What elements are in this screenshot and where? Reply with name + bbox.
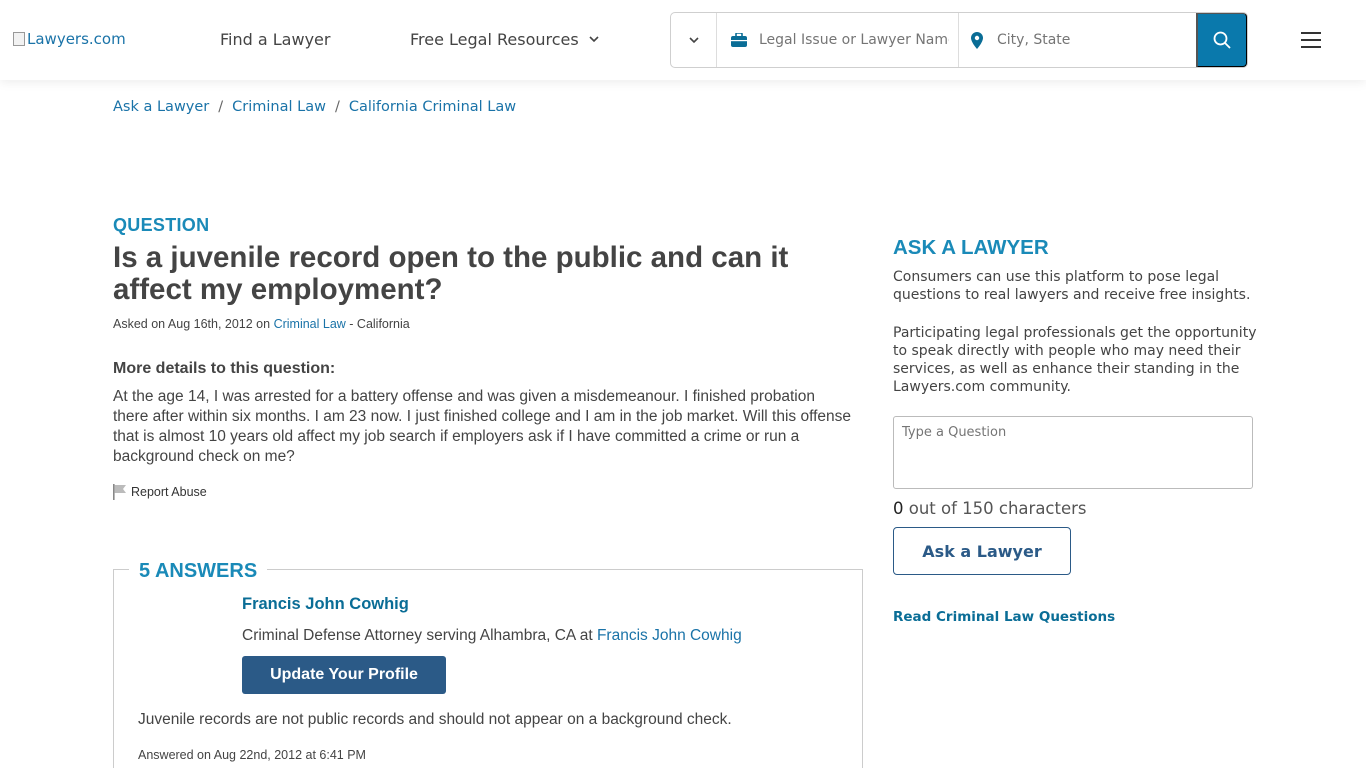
update-profile-button[interactable]: Update Your Profile [242,656,446,694]
search-type-dropdown[interactable] [671,13,717,67]
asked-date: Asked on Aug 16th, 2012 on [113,317,271,331]
nav-free-legal-resources[interactable]: Free Legal Resources [410,30,599,49]
briefcase-icon [731,33,747,47]
question-location: - California [345,317,410,331]
breadcrumb: Ask a Lawyer / Criminal Law / California… [113,99,516,115]
lawyer-name-link[interactable]: Francis John Cowhig [242,595,409,614]
search-button[interactable] [1196,13,1247,67]
flag-icon [113,484,126,500]
logo-alt-text: Lawyers.com [27,30,126,48]
lawyer-firm-link[interactable]: Francis John Cowhig [597,627,742,644]
sidebar-paragraph-1: Consumers can use this platform to pose … [893,269,1251,303]
read-criminal-law-questions-link[interactable]: Read Criminal Law Questions [893,609,1115,625]
lawyer-description-text: Criminal Defense Attorney serving Alhamb… [242,627,593,644]
question-meta: Asked on Aug 16th, 2012 on Criminal Law … [113,317,410,331]
site-logo[interactable]: Lawyers.com [13,30,126,48]
search-bar [670,12,1248,68]
character-limit: out of 150 characters [903,499,1087,518]
answered-on: Answered on Aug 22nd, 2012 at 6:41 PM [138,748,366,762]
nav-find-a-lawyer[interactable]: Find a Lawyer [220,30,330,49]
breadcrumb-california-criminal-law[interactable]: California Criminal Law [349,99,516,115]
question-title: Is a juvenile record open to the public … [113,241,789,306]
search-icon [1213,31,1231,49]
lawyer-description: Criminal Defense Attorney serving Alhamb… [242,627,742,645]
report-abuse-label: Report Abuse [131,485,207,499]
menu-icon[interactable] [1301,32,1321,48]
broken-image-icon [13,32,25,46]
report-abuse-link[interactable]: Report Abuse [113,484,207,500]
character-counter: 0 out of 150 characters [893,499,1087,518]
breadcrumb-separator: / [218,99,224,115]
map-pin-icon [971,31,983,49]
sidebar-heading: ASK A LAWYER [893,236,1049,259]
legal-issue-input[interactable] [759,32,949,48]
legal-issue-field [717,13,959,67]
question-details: At the age 14, I was arrested for a batt… [113,388,852,465]
nav-free-legal-resources-label: Free Legal Resources [410,30,579,49]
question-textarea[interactable] [893,416,1253,489]
details-heading: More details to this question: [113,360,336,377]
question-category-link[interactable]: Criminal Law [274,317,346,331]
chevron-down-icon [589,36,599,43]
question-label: QUESTION [113,215,210,235]
character-count: 0 [893,499,904,518]
chevron-down-icon [688,36,699,43]
breadcrumb-ask-a-lawyer[interactable]: Ask a Lawyer [113,99,209,115]
answers-heading: 5 ANSWERS [129,560,268,583]
breadcrumb-separator: / [334,99,340,115]
location-field [959,13,1196,67]
location-input[interactable] [997,32,1187,48]
answer-text: Juvenile records are not public records … [138,711,732,728]
sidebar-paragraph-2: Participating legal professionals get th… [893,325,1257,395]
breadcrumb-criminal-law[interactable]: Criminal Law [232,99,326,115]
ask-a-lawyer-button[interactable]: Ask a Lawyer [893,527,1071,575]
site-header: Lawyers.com Find a Lawyer Free Legal Res… [0,0,1366,80]
answers-section [113,569,863,768]
